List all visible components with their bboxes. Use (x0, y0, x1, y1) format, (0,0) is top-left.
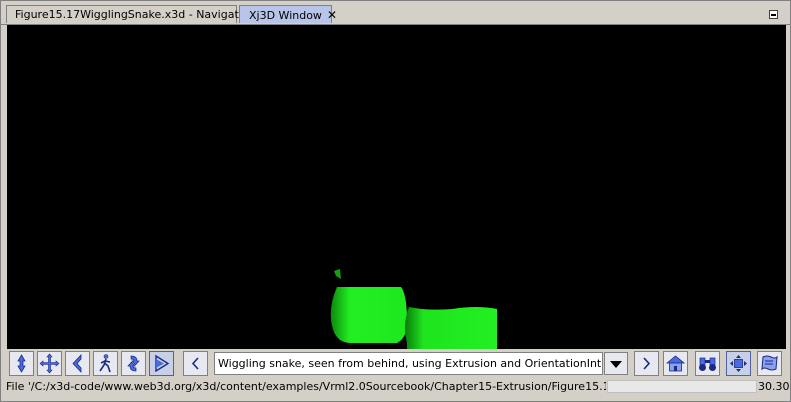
chevron-left-icon (191, 357, 199, 370)
scroll-button[interactable] (757, 351, 782, 376)
status-message: File '/C:/x3d-code/www.web3d.org/x3d/con… (6, 380, 606, 393)
fit-view-button[interactable] (726, 351, 751, 376)
binoculars-button[interactable] (695, 351, 720, 376)
viewpoint-dropdown-button[interactable] (604, 352, 628, 375)
fit-view-icon (730, 355, 747, 372)
3d-viewport[interactable] (7, 25, 786, 349)
walk-icon (99, 354, 111, 373)
scroll-icon (761, 355, 778, 371)
fly-icon (17, 354, 26, 373)
tab-navigator-label: Figure15.17WigglingSnake.x3d - Navigator (15, 8, 251, 21)
tab-xj3d-window[interactable]: Xj3D Window ✕ (239, 5, 337, 23)
fly-button[interactable] (9, 351, 34, 376)
snake-segment-rear (404, 307, 497, 349)
home-icon (665, 355, 686, 372)
navigation-toolbar: Wiggling snake, seen from behind, using … (7, 349, 786, 378)
pan-button[interactable] (37, 351, 62, 376)
tab-navigator[interactable]: Figure15.17WigglingSnake.x3d - Navigator (6, 5, 250, 23)
examine-button[interactable] (121, 351, 146, 376)
close-icon[interactable]: ✕ (327, 8, 337, 22)
scene-render (330, 269, 497, 349)
snake-head-tip (334, 269, 341, 279)
look-at-button[interactable] (149, 351, 174, 376)
status-bar: File '/C:/x3d-code/www.web3d.org/x3d/con… (1, 379, 790, 395)
home-button[interactable] (663, 351, 688, 376)
look-at-icon (155, 354, 170, 373)
progress-bar (607, 380, 757, 393)
previous-viewpoint-button[interactable] (183, 351, 208, 376)
next-viewpoint-button[interactable] (634, 351, 659, 376)
binoculars-icon (699, 357, 716, 371)
tilt-icon (72, 353, 82, 374)
examine-icon (127, 355, 140, 372)
walk-button[interactable] (93, 351, 118, 376)
tilt-button[interactable] (65, 351, 90, 376)
chevron-right-icon (643, 357, 651, 370)
frame-rate: 30.30 (758, 380, 790, 393)
pan-icon (39, 353, 60, 374)
minimize-window-button[interactable] (769, 10, 778, 19)
viewpoint-description[interactable]: Wiggling snake, seen from behind, using … (214, 352, 603, 375)
tab-xj3d-window-label: Xj3D Window (249, 9, 322, 22)
xj3d-window: Figure15.17WigglingSnake.x3d - Navigator… (0, 0, 791, 402)
tab-bar: Figure15.17WigglingSnake.x3d - Navigator… (1, 1, 790, 25)
snake-segment-front (330, 287, 408, 343)
